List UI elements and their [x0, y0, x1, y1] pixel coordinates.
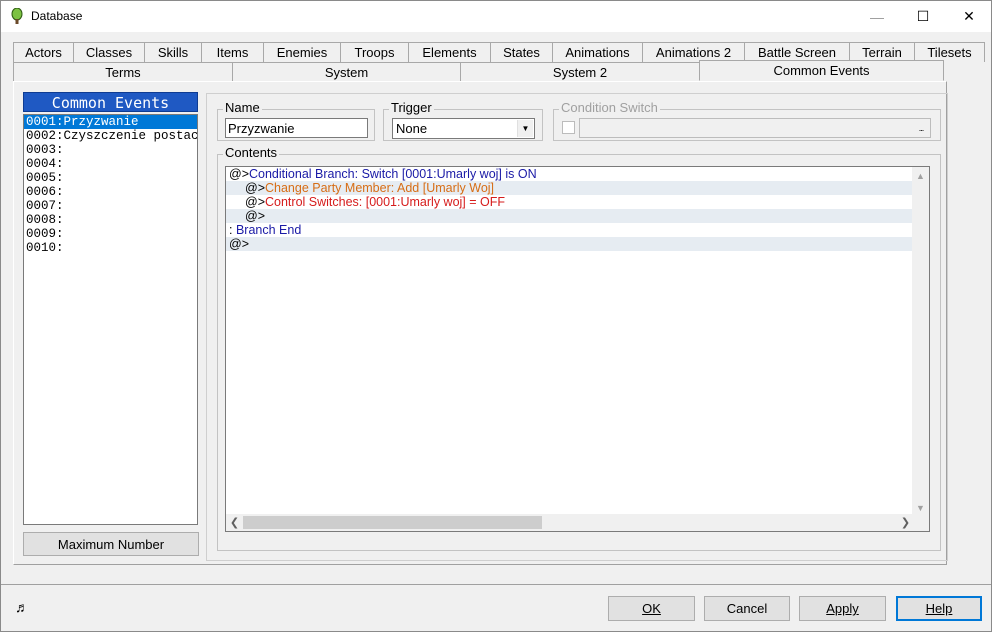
name-input[interactable]	[225, 118, 368, 138]
command-text: Change Party Member: Add [Umarly Woj]	[265, 181, 495, 195]
list-item[interactable]: 0010:	[24, 241, 197, 255]
event-commands-list[interactable]: @>Conditional Branch: Switch [0001:Umarl…	[225, 166, 930, 532]
command-marker: :	[229, 223, 236, 237]
common-events-header: Common Events	[23, 92, 198, 112]
command-marker: @>	[245, 181, 265, 195]
tab-states[interactable]: States	[490, 42, 553, 62]
event-command-line[interactable]: @>Conditional Branch: Switch [0001:Umarl…	[226, 167, 929, 181]
tab-row-1: Actors Classes Skills Items Enemies Troops Ele…	[13, 42, 985, 62]
tab-animations-2[interactable]: Animations 2	[642, 42, 745, 62]
tab-troops[interactable]: Troops	[340, 42, 409, 62]
tab-enemies[interactable]: Enemies	[263, 42, 341, 62]
title-bar: Database — ☐ ✕	[1, 1, 991, 32]
trigger-select[interactable]: None ▼	[392, 118, 535, 139]
command-text: Branch End	[235, 223, 302, 237]
name-label: Name	[223, 100, 262, 115]
tab-battle-screen[interactable]: Battle Screen	[744, 42, 850, 62]
apply-button[interactable]: Apply	[799, 596, 886, 621]
tab-tilesets[interactable]: Tilesets	[914, 42, 985, 62]
horizontal-scrollbar[interactable]: ❮ ❯	[226, 514, 914, 531]
maximum-number-button[interactable]: Maximum Number	[23, 532, 199, 556]
ok-button[interactable]: OK	[608, 596, 695, 621]
event-command-line[interactable]: @>Control Switches: [0001:Umarly woj] = …	[226, 195, 929, 209]
command-marker: @>	[245, 195, 265, 209]
vertical-scrollbar[interactable]: ▲ ▼	[912, 167, 929, 516]
command-marker: @>	[229, 167, 249, 181]
window-title: Database	[31, 9, 83, 23]
cancel-button[interactable]: Cancel	[704, 596, 790, 621]
condition-switch-browse-button: ...	[918, 123, 925, 133]
tab-common-events[interactable]: Common Events	[699, 60, 944, 81]
list-item[interactable]: 0005:	[24, 171, 197, 185]
tab-row-2: Terms System System 2 Common Events	[13, 60, 944, 82]
cancel-button-label: Cancel	[726, 601, 768, 616]
help-button-label: Help	[925, 601, 953, 616]
bottom-divider	[1, 584, 991, 585]
command-marker: @>	[245, 209, 265, 223]
trigger-label: Trigger	[389, 100, 434, 115]
event-command-line[interactable]: @>	[226, 237, 914, 251]
apply-button-label: Apply	[826, 601, 859, 616]
list-item[interactable]: 0004:	[24, 157, 197, 171]
event-command-line[interactable]: @>	[226, 209, 914, 223]
close-button[interactable]: ✕	[946, 1, 992, 32]
database-window: Database — ☐ ✕ Actors Classes Skills Items E…	[0, 0, 992, 632]
condition-switch-checkbox[interactable]	[562, 121, 575, 134]
common-events-list[interactable]: 0001:Przyzwanie 0002:Czyszczenie postaci 0…	[23, 114, 198, 525]
tab-animations[interactable]: Animations	[552, 42, 643, 62]
music-icon[interactable]: ♬	[15, 599, 29, 615]
tab-system-2[interactable]: System 2	[460, 62, 700, 81]
list-item[interactable]: 0003:	[24, 143, 197, 157]
command-marker: @>	[229, 237, 249, 251]
contents-label: Contents	[223, 145, 280, 160]
tab-terrain[interactable]: Terrain	[849, 42, 915, 62]
list-item[interactable]: 0009:	[24, 227, 197, 241]
maximize-button[interactable]: ☐	[900, 1, 946, 32]
tab-system[interactable]: System	[232, 62, 461, 81]
scroll-up-icon[interactable]: ▲	[912, 167, 929, 184]
scroll-corner	[912, 514, 929, 531]
tab-items[interactable]: Items	[201, 42, 264, 62]
list-item[interactable]: 0001:Przyzwanie	[24, 115, 197, 129]
command-text: Control Switches: [0001:Umarly woj] = OF…	[265, 195, 506, 209]
tab-actors[interactable]: Actors	[13, 42, 74, 62]
help-button[interactable]: Help	[896, 596, 982, 621]
app-icon	[11, 8, 23, 24]
event-command-line[interactable]: : Branch End	[226, 223, 929, 237]
list-item[interactable]: 0008:	[24, 213, 197, 227]
event-command-lines: @>Conditional Branch: Switch [0001:Umarl…	[226, 167, 929, 251]
minimize-button[interactable]: —	[854, 1, 900, 32]
condition-switch-label: Condition Switch	[559, 100, 660, 115]
event-command-line[interactable]: @>Change Party Member: Add [Umarly Woj]	[226, 181, 914, 195]
scroll-left-icon[interactable]: ❮	[226, 514, 243, 531]
list-item[interactable]: 0002:Czyszczenie postaci	[24, 129, 197, 143]
dropdown-arrow-icon[interactable]: ▼	[517, 120, 533, 137]
list-item[interactable]: 0006:	[24, 185, 197, 199]
tab-classes[interactable]: Classes	[73, 42, 145, 62]
trigger-value: None	[396, 121, 428, 136]
command-text: Conditional Branch: Switch [0001:Umarly …	[249, 167, 537, 181]
horizontal-scroll-thumb[interactable]	[243, 516, 542, 529]
list-item[interactable]: 0007:	[24, 199, 197, 213]
condition-switch-field: ...	[579, 118, 931, 138]
ok-button-label: OK	[642, 601, 661, 616]
tab-skills[interactable]: Skills	[144, 42, 202, 62]
tab-elements[interactable]: Elements	[408, 42, 491, 62]
tab-terms[interactable]: Terms	[13, 62, 233, 81]
